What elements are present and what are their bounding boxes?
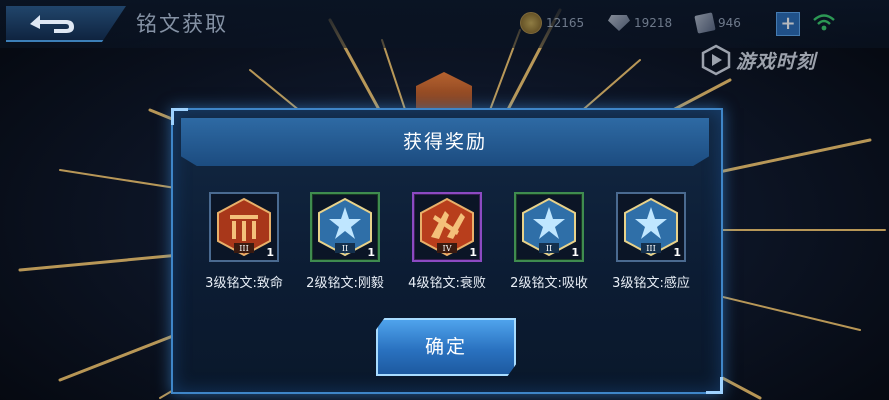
confirm-button[interactable]: 确定 (376, 318, 516, 376)
page-title: 铭文获取 (136, 12, 228, 36)
diamond-amount: 19218 (634, 16, 673, 30)
tier-label: II (546, 244, 552, 253)
inscription-frame: II 1 (310, 192, 380, 262)
reward-quantity: 1 (469, 246, 477, 259)
reward-quantity: 1 (673, 246, 681, 259)
gold-coin-icon (520, 12, 542, 34)
gold-counter: 12165 (520, 12, 584, 34)
add-currency-button[interactable]: + (776, 12, 800, 36)
dialog-title: 获得奖励 (402, 131, 487, 153)
reward-label: 3级铭文:致命 (205, 276, 283, 291)
inscription-frame: III 1 (616, 192, 686, 262)
voucher-amount: 946 (718, 16, 741, 30)
reward-item-4[interactable]: II 1 2级铭文:吸收 (499, 192, 599, 291)
watermark: 游戏时刻 (700, 44, 816, 76)
reward-label: 3级铭文:感应 (612, 276, 690, 291)
wifi-icon (813, 14, 835, 31)
top-bar: 铭文获取 12165 19218 946 + (0, 0, 889, 48)
gold-amount: 12165 (546, 16, 585, 30)
diamond-icon (608, 15, 630, 31)
voucher-counter: 946 (694, 12, 741, 34)
reward-quantity: 1 (367, 246, 375, 259)
inscription-frame: IV 1 (412, 192, 482, 262)
voucher-icon (694, 12, 716, 34)
reward-item-5[interactable]: III 1 3级铭文:感应 (601, 192, 701, 291)
back-arrow-icon (30, 15, 74, 33)
back-button[interactable] (6, 6, 126, 42)
diamond-counter: 19218 (608, 12, 672, 34)
reward-item-1[interactable]: III 1 3级铭文:致命 (194, 192, 294, 291)
tier-label: III (646, 244, 655, 253)
play-logo-icon (701, 44, 731, 76)
tier-label: II (342, 244, 348, 253)
reward-item-2[interactable]: II 1 2级铭文:刚毅 (295, 192, 395, 291)
reward-quantity: 1 (266, 246, 274, 259)
tier-label: III (239, 244, 248, 253)
reward-dialog: 获得奖励 III 1 3级铭文:致命 II 1 2级铭文:刚毅 IV 1 4级铭… (171, 108, 723, 394)
watermark-text: 游戏时刻 (736, 50, 817, 73)
dialog-header: 获得奖励 (181, 118, 709, 166)
reward-quantity: 1 (571, 246, 579, 259)
reward-label: 4级铭文:衰败 (408, 276, 486, 291)
inscription-frame: III 1 (209, 192, 279, 262)
reward-item-3[interactable]: IV 1 4级铭文:衰败 (397, 192, 497, 291)
inscription-frame: II 1 (514, 192, 584, 262)
tier-label: IV (443, 244, 452, 253)
reward-label: 2级铭文:刚毅 (306, 276, 384, 291)
reward-label: 2级铭文:吸收 (510, 276, 588, 291)
